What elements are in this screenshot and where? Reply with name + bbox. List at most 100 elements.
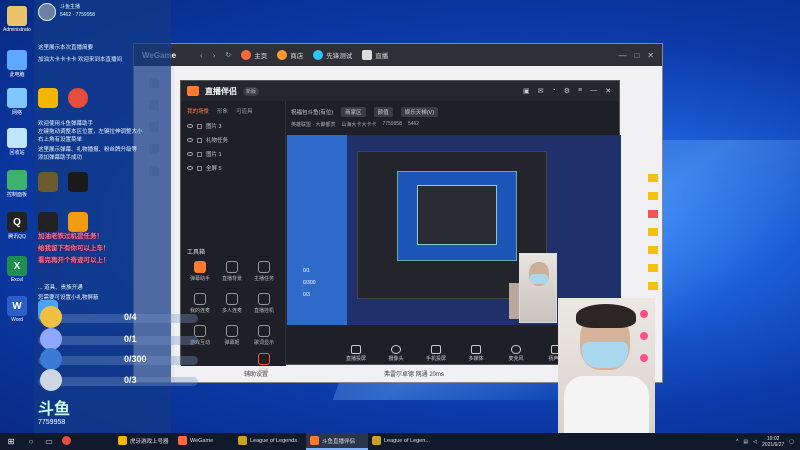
chevron-up-icon[interactable]: ^: [736, 439, 738, 445]
app-icon[interactable]: [38, 212, 58, 232]
close-icon[interactable]: ✕: [605, 87, 611, 95]
search-icon[interactable]: ○: [22, 437, 40, 446]
system-tray: ^ ▤ ◁ 19:02 2021/6/27 ▢: [736, 436, 800, 448]
notification-icon[interactable]: ▢: [789, 439, 794, 445]
room-category[interactable]: 商家区: [341, 107, 366, 117]
desktop-icon-excel[interactable]: X Excel: [3, 256, 31, 283]
tab-avatar[interactable]: 形象: [217, 107, 228, 115]
desktop-icon-control-panel[interactable]: 控制面板: [3, 170, 31, 198]
close-icon[interactable]: ✕: [647, 51, 654, 60]
tab-props[interactable]: 可道具: [236, 107, 253, 115]
taskbar-douyu[interactable]: 斗鱼直播伴侣: [306, 433, 368, 450]
tab-home[interactable]: 主页: [241, 50, 267, 60]
scene-tabs: 我的场景 形象 可道具: [181, 101, 285, 119]
back-arrow-icon[interactable]: ‹: [200, 51, 203, 60]
app-icon[interactable]: [38, 88, 58, 108]
tool-background[interactable]: 直播背景: [217, 261, 247, 282]
tab-beta[interactable]: 先锋测试: [313, 50, 352, 60]
media-button[interactable]: 多媒体: [461, 345, 491, 362]
app-icon[interactable]: [68, 212, 88, 232]
danmu-message: 给我留下有你可以上车！: [38, 245, 110, 252]
tool-danmu-ji[interactable]: 弹幕姬: [217, 325, 247, 346]
phone-cast-button[interactable]: 手机投屏: [421, 345, 451, 362]
person-hair: [576, 304, 636, 328]
lock-icon[interactable]: [197, 137, 202, 143]
taskbar-wegame[interactable]: WeGame: [174, 433, 234, 450]
tab-my-scene[interactable]: 我的场景: [187, 107, 209, 115]
refresh-icon[interactable]: ↻: [225, 51, 231, 59]
desktop-icon-this-pc[interactable]: 此电脑: [3, 50, 31, 78]
trophy-icon: [40, 369, 62, 391]
preview-value: 0/3: [303, 292, 310, 298]
danmu-overlay-panel[interactable]: 斗鱼主播 5462 · 7759958 这里展示本次直播简要 加油大卡卡卡卡 欢…: [34, 0, 198, 433]
tool-sticker[interactable]: 贴纸: [249, 353, 279, 374]
minimize-icon[interactable]: —: [618, 51, 626, 60]
scene-item[interactable]: 图片 3: [181, 119, 285, 133]
lol-icon: [238, 436, 247, 445]
version-badge: 新版: [243, 86, 260, 96]
zhibo-titlebar: 直播伴侣 新版 ▣ ✉ ◔ ⚙ ≡ — ✕: [181, 81, 619, 101]
lock-icon[interactable]: [197, 123, 202, 129]
host-name: 山海大卡大卡卡: [341, 122, 377, 128]
desktop-icon-network[interactable]: 网络: [3, 88, 31, 116]
lock-icon[interactable]: [197, 165, 202, 171]
taskbar-app-launcher[interactable]: 虎牙游戏上号器: [114, 433, 174, 450]
tool-multi-mic[interactable]: 多人连麦: [217, 293, 247, 314]
tool-afk[interactable]: 直播挂机: [249, 293, 279, 314]
tool-tasks[interactable]: 主播任务: [249, 261, 279, 282]
scene-item[interactable]: 图片 1: [181, 147, 285, 161]
desktop-icon-recycle-bin[interactable]: 回收站: [3, 128, 31, 156]
eye-icon[interactable]: [187, 166, 193, 170]
maximize-icon[interactable]: □: [634, 51, 639, 60]
desktop-icon-word[interactable]: W Word: [3, 296, 31, 323]
nvidia-icon[interactable]: [68, 172, 88, 192]
bell-icon[interactable]: ◔: [552, 87, 556, 95]
chrome-icon[interactable]: [68, 88, 88, 108]
network-icon: [7, 88, 27, 108]
room-tag[interactable]: 颜值: [373, 107, 393, 117]
taskbar-lol-2[interactable]: League of Legen...: [368, 433, 440, 450]
tool-link-mic[interactable]: 我的连麦: [185, 293, 215, 314]
danmu-message: 看完再开个奇迹可以上！: [38, 257, 110, 264]
eye-icon[interactable]: [187, 124, 193, 128]
room-id: 7759958: [382, 121, 402, 127]
camera-button[interactable]: 摄像头: [381, 345, 411, 362]
settings-icon[interactable]: ⚙: [564, 87, 570, 95]
volume-icon[interactable]: ◁: [753, 439, 757, 445]
zhibo-scene-panel: 我的场景 形象 可道具 图片 3 礼物任务 图片 1 全屏 5 工具箱 弹幕助手…: [181, 101, 286, 374]
eye-icon[interactable]: [187, 138, 193, 142]
task-view-icon[interactable]: ▭: [40, 437, 58, 446]
clock[interactable]: 19:02 2021/6/27: [762, 436, 784, 448]
comment-icon[interactable]: [640, 332, 648, 340]
minimize-icon[interactable]: —: [590, 87, 597, 95]
tool-label: 直播挂机: [253, 308, 274, 314]
scene-label: 图片 1: [206, 152, 222, 158]
share-icon[interactable]: [640, 354, 648, 362]
tab-live[interactable]: 直播: [362, 50, 388, 60]
app-icon[interactable]: [38, 172, 58, 192]
mail-icon[interactable]: ✉: [538, 87, 544, 95]
tool-danmu-assistant[interactable]: 弹幕助手: [185, 261, 215, 282]
tool-lyrics[interactable]: 歌词显示: [249, 325, 279, 346]
taskbar-lol[interactable]: League of Legends: [234, 433, 306, 450]
desktop-icon-label: Administrator: [3, 27, 31, 33]
taskbar-chrome[interactable]: [58, 433, 114, 450]
desktop-icon-qq[interactable]: Q 腾讯QQ: [3, 212, 31, 240]
screen-cast-button[interactable]: 直播投屏: [341, 345, 371, 362]
scene-item[interactable]: 礼物任务: [181, 133, 285, 147]
menu-icon[interactable]: ≡: [578, 87, 582, 95]
control-label: 手机投屏: [425, 356, 446, 362]
forward-arrow-icon[interactable]: ›: [213, 51, 216, 60]
scene-item[interactable]: 全屏 5: [181, 161, 285, 175]
start-button[interactable]: ⊞: [0, 437, 22, 446]
tab-store[interactable]: 商店: [277, 50, 303, 60]
room-ladder[interactable]: 娱乐天梯(V): [400, 107, 439, 117]
microphone-button[interactable]: 麦克风: [501, 345, 531, 362]
heart-icon[interactable]: [640, 310, 648, 318]
gift-icon[interactable]: ▣: [523, 87, 530, 95]
network-icon[interactable]: ▤: [743, 439, 748, 445]
eye-icon[interactable]: [187, 152, 193, 156]
lock-icon[interactable]: [197, 151, 202, 157]
stream-preview[interactable]: 0/1 0/300 0/3: [287, 135, 621, 325]
desktop-icon-administrator[interactable]: Administrator: [3, 6, 31, 33]
